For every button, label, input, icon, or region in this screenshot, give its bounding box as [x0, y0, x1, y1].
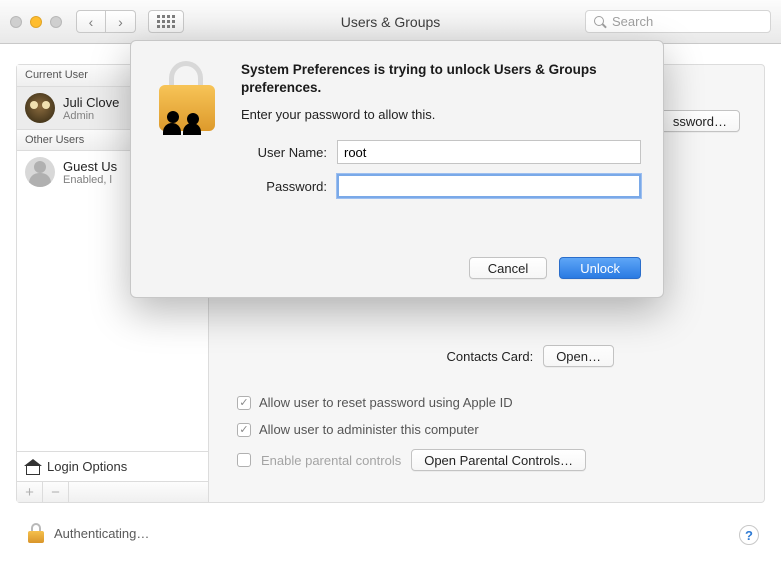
show-all-button[interactable]: [148, 10, 184, 33]
traffic-lights: [10, 16, 62, 28]
open-contacts-button[interactable]: Open…: [543, 345, 614, 367]
home-icon: [25, 459, 41, 475]
parental-controls-row: ✓ Enable parental controls Open Parental…: [237, 449, 736, 471]
checkbox-unchecked-icon[interactable]: ✓: [237, 453, 251, 467]
nav-buttons: ‹ ›: [76, 10, 136, 33]
user-role-label: Admin: [63, 110, 119, 122]
login-options-label: Login Options: [47, 459, 127, 474]
add-user-button[interactable]: +: [17, 482, 43, 502]
auth-dialog-subtitle: Enter your password to allow this.: [241, 107, 641, 122]
checkbox-checked-icon[interactable]: ✓: [237, 396, 251, 410]
grid-icon: [157, 15, 175, 28]
help-button[interactable]: ?: [739, 525, 759, 545]
window-toolbar: ‹ › Users & Groups Search: [0, 0, 781, 44]
lock-status-text: Authenticating…: [54, 526, 149, 541]
chevron-right-icon: ›: [118, 14, 123, 30]
search-placeholder: Search: [612, 14, 653, 29]
administer-computer-row: ✓ Allow user to administer this computer: [237, 422, 736, 437]
change-password-button[interactable]: ssword…: [660, 110, 740, 132]
reset-apple-id-label: Allow user to reset password using Apple…: [259, 395, 513, 410]
administer-label: Allow user to administer this computer: [259, 422, 479, 437]
auth-dialog-title: System Preferences is trying to unlock U…: [241, 61, 641, 97]
checkbox-checked-icon[interactable]: ✓: [237, 423, 251, 437]
forward-button[interactable]: ›: [106, 10, 136, 33]
username-label: User Name:: [241, 145, 337, 160]
password-label: Password:: [241, 179, 337, 194]
avatar: [25, 157, 55, 187]
user-name-label: Guest Us: [63, 159, 117, 174]
zoom-window-icon[interactable]: [50, 16, 62, 28]
user-add-remove-bar: + −: [17, 481, 208, 502]
unlock-button[interactable]: Unlock: [559, 257, 641, 279]
cancel-button[interactable]: Cancel: [469, 257, 547, 279]
auth-dialog: System Preferences is trying to unlock U…: [130, 40, 664, 298]
chevron-left-icon: ‹: [89, 14, 94, 30]
reset-password-apple-id-row: ✓ Allow user to reset password using App…: [237, 395, 736, 410]
back-button[interactable]: ‹: [76, 10, 106, 33]
contacts-card-label: Contacts Card:: [446, 349, 533, 364]
remove-user-button[interactable]: −: [43, 482, 69, 502]
contacts-card-row: Contacts Card: Open…: [446, 345, 614, 367]
avatar: [25, 93, 55, 123]
open-parental-controls-button[interactable]: Open Parental Controls…: [411, 449, 586, 471]
minimize-window-icon[interactable]: [30, 16, 42, 28]
password-field[interactable]: [337, 174, 641, 198]
search-icon: [594, 16, 606, 28]
auth-lock-icon: [153, 61, 221, 135]
user-role-label: Enabled, l: [63, 174, 117, 186]
lock-icon: [28, 523, 44, 543]
login-options-button[interactable]: Login Options: [17, 451, 208, 481]
user-name-label: Juli Clove: [63, 95, 119, 110]
close-window-icon[interactable]: [10, 16, 22, 28]
options-checks: ✓ Allow user to reset password using App…: [237, 383, 736, 471]
lock-status[interactable]: Authenticating…: [28, 523, 149, 543]
search-input[interactable]: Search: [585, 10, 771, 33]
username-field[interactable]: [337, 140, 641, 164]
parental-controls-label: Enable parental controls: [261, 453, 401, 468]
